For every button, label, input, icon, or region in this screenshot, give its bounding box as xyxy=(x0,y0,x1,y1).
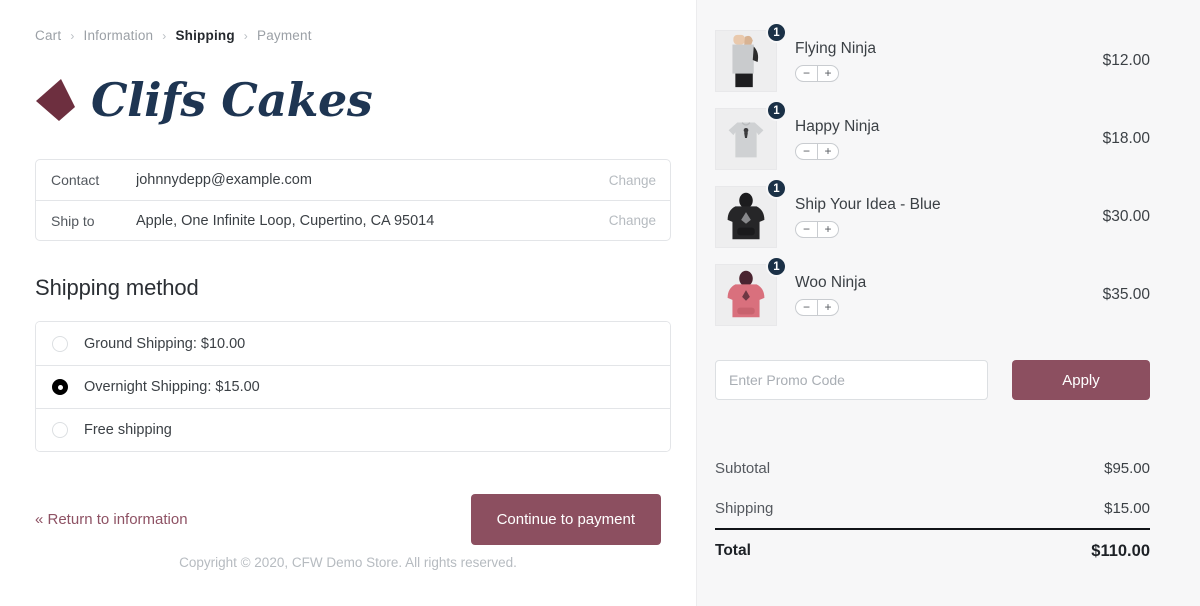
cart-item-quantity-badge: 1 xyxy=(766,178,787,199)
radio-icon-ground[interactable] xyxy=(52,335,68,352)
apply-promo-button[interactable]: Apply xyxy=(1012,360,1150,400)
breadcrumb: Cart › Information › Shipping › Payment xyxy=(35,28,671,43)
grand-total-label: Total xyxy=(715,542,751,559)
cart-item-thumbnail-wrap: 1 xyxy=(715,22,787,92)
grand-total-amount: $110.00 xyxy=(1091,541,1150,560)
store-name: Clifs Cakes xyxy=(91,73,373,127)
cart-items-list: 1 Flying Ninja − + $12.00 1 Happy Ninja … xyxy=(715,22,1150,334)
cart-item-quantity-badge: 1 xyxy=(766,22,787,43)
cart-item-thumbnail-wrap: 1 xyxy=(715,256,787,326)
breadcrumb-item-cart[interactable]: Cart xyxy=(35,28,61,43)
continue-to-payment-button[interactable]: Continue to payment xyxy=(470,494,661,545)
quantity-decrease-button[interactable]: − xyxy=(796,66,817,81)
change-ship-to-link[interactable]: Change xyxy=(609,213,656,228)
quantity-decrease-button[interactable]: − xyxy=(796,300,817,315)
quantity-decrease-button[interactable]: − xyxy=(796,222,817,237)
promo-code-row: Apply xyxy=(715,360,1150,400)
cart-item-name: Woo Ninja xyxy=(795,274,867,291)
cart-item-thumbnail-wrap: 1 xyxy=(715,100,787,170)
radio-icon-free[interactable] xyxy=(52,422,68,438)
quantity-stepper[interactable]: − + xyxy=(795,298,839,316)
shipping-method-options: Ground Shipping: $10.00 Overnight Shippi… xyxy=(35,321,671,452)
cart-item-quantity-badge: 1 xyxy=(766,256,787,277)
checkout-main-column: Cart › Information › Shipping › Payment … xyxy=(0,0,696,606)
subtotal-label: Subtotal xyxy=(715,459,771,477)
promo-code-input[interactable] xyxy=(715,360,988,400)
cart-item-thumbnail-wrap: 1 xyxy=(715,178,787,248)
cart-item-details: Happy Ninja − + xyxy=(795,118,1103,160)
shipping-option-ground[interactable]: Ground Shipping: $10.00 xyxy=(36,322,670,365)
order-summary-sidebar: 1 Flying Ninja − + $12.00 1 Happy Ninja … xyxy=(696,0,1200,606)
review-value-contact: johnnydepp@example.com xyxy=(136,172,312,188)
quantity-increase-button[interactable]: + xyxy=(817,143,838,159)
cart-item: 1 Happy Ninja − + $18.00 xyxy=(715,100,1150,178)
shipping-option-overnight[interactable]: Overnight Shipping: $15.00 xyxy=(36,365,670,408)
cart-item-price: $35.00 xyxy=(1102,286,1150,303)
breadcrumb-item-information[interactable]: Information xyxy=(84,28,154,43)
cart-item-price: $30.00 xyxy=(1102,208,1150,225)
return-to-information-link[interactable]: « Return to information xyxy=(35,511,188,528)
total-row-grand: Total $110.00 xyxy=(715,528,1150,572)
cart-item-details: Woo Ninja − + xyxy=(795,274,1103,316)
cart-item: 1 Ship Your Idea - Blue − + $30.00 xyxy=(715,178,1150,256)
total-row-subtotal: Subtotal $95.00 xyxy=(715,448,1150,488)
review-label-ship-to: Ship to xyxy=(51,212,95,229)
checkout-page: Cart › Information › Shipping › Payment … xyxy=(0,0,1200,606)
cart-item-price: $18.00 xyxy=(1102,130,1150,147)
quantity-stepper[interactable]: − + xyxy=(795,142,839,160)
quantity-stepper[interactable]: − + xyxy=(795,220,839,238)
quantity-increase-button[interactable]: + xyxy=(817,299,838,315)
quantity-stepper[interactable]: − + xyxy=(795,64,839,82)
copyright-text: Copyright © 2020, CFW Demo Store. All ri… xyxy=(179,555,517,570)
store-logo[interactable]: Clifs Cakes xyxy=(35,69,671,131)
shipping-option-label-overnight: Overnight Shipping: $15.00 xyxy=(84,379,260,395)
radio-icon-overnight[interactable] xyxy=(52,379,68,395)
breadcrumb-item-shipping[interactable]: Shipping xyxy=(175,28,234,43)
shipping-label: Shipping xyxy=(715,499,774,517)
total-row-shipping: Shipping $15.00 xyxy=(715,488,1150,528)
cart-item-name: Happy Ninja xyxy=(795,118,880,135)
review-value-ship-to: Apple, One Infinite Loop, Cupertino, CA … xyxy=(136,212,435,229)
chevron-right-icon: › xyxy=(70,28,75,43)
cart-item-details: Ship Your Idea - Blue − + xyxy=(795,196,1103,238)
subtotal-amount: $95.00 xyxy=(1104,459,1150,477)
checkout-nav-row: « Return to information Continue to paym… xyxy=(35,494,671,545)
review-label-contact: Contact xyxy=(51,172,100,188)
cart-item-price: $12.00 xyxy=(1102,52,1150,69)
cart-item-quantity-badge: 1 xyxy=(766,100,787,121)
chevron-right-icon: › xyxy=(243,28,248,43)
order-totals: Subtotal $95.00 Shipping $15.00 Total $1… xyxy=(715,448,1150,572)
order-review-card: Contact johnnydepp@example.com Change Sh… xyxy=(35,159,671,241)
change-contact-link[interactable]: Change xyxy=(609,173,656,188)
cart-item-name: Flying Ninja xyxy=(795,40,876,57)
shipping-option-label-ground: Ground Shipping: $10.00 xyxy=(84,335,246,352)
shipping-option-free[interactable]: Free shipping xyxy=(36,408,670,451)
quantity-increase-button[interactable]: + xyxy=(817,65,838,81)
cart-item: 1 Woo Ninja − + $35.00 xyxy=(715,256,1150,334)
quantity-decrease-button[interactable]: − xyxy=(796,144,817,159)
review-row-contact: Contact johnnydepp@example.com Change xyxy=(36,160,670,200)
cart-item-details: Flying Ninja − + xyxy=(795,40,1103,82)
logo-mark-icon xyxy=(36,79,75,121)
quantity-increase-button[interactable]: + xyxy=(817,221,838,237)
shipping-method-title: Shipping method xyxy=(35,275,199,300)
shipping-option-label-free: Free shipping xyxy=(84,422,172,438)
shipping-amount: $15.00 xyxy=(1104,499,1150,517)
cart-item-name: Ship Your Idea - Blue xyxy=(795,196,941,213)
review-row-ship-to: Ship to Apple, One Infinite Loop, Cupert… xyxy=(36,200,670,240)
cart-item: 1 Flying Ninja − + $12.00 xyxy=(715,22,1150,100)
breadcrumb-item-payment[interactable]: Payment xyxy=(257,28,312,43)
chevron-right-icon: › xyxy=(162,28,167,43)
